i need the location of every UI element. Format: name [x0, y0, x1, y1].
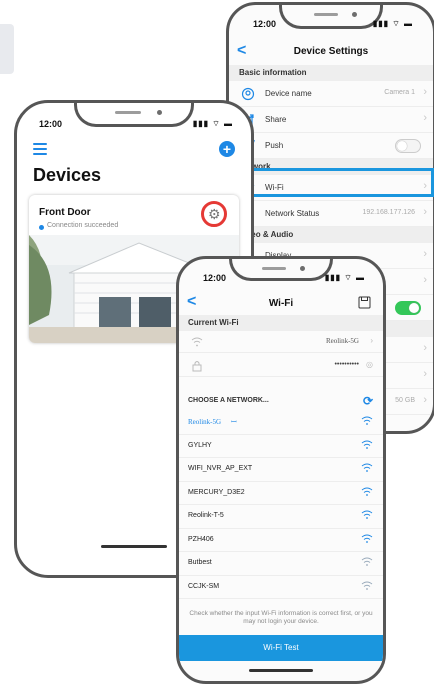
wifi-signal-icon: [361, 581, 373, 590]
wifi-title: Wi-Fi: [268, 298, 294, 309]
row-device-name[interactable]: Device name Camera 1 ›: [229, 81, 433, 107]
wifi-header: < Wi-Fi: [179, 293, 383, 315]
current-ssid-row[interactable]: Reolink-5G ›: [179, 331, 383, 353]
camera-icon: [241, 87, 255, 101]
network-name: CCJK-SM: [188, 582, 220, 590]
network-item[interactable]: PZH406: [179, 529, 383, 552]
speaker: [314, 13, 338, 16]
share-label: Share: [265, 115, 287, 124]
chevron-right-icon: ›: [423, 368, 427, 380]
add-device-button[interactable]: +: [219, 141, 235, 157]
wifi-row-highlight: [233, 168, 434, 197]
status-time: 12:00: [253, 19, 277, 29]
chevron-right-icon: ›: [370, 336, 373, 345]
network-name: GYLHY: [188, 441, 212, 449]
network-item[interactable]: WIFI_NVR_AP_EXT: [179, 458, 383, 482]
phone-notch: [74, 103, 194, 127]
status-time: 12:00: [203, 273, 227, 283]
choose-network-label: CHOOSE A NETWORK...: [188, 397, 269, 404]
password-row[interactable]: •••••••••• ◎: [179, 355, 383, 377]
status-dot: [39, 225, 44, 230]
row-network-status[interactable]: Network Status 192.168.177.126 ›: [229, 201, 433, 227]
wifi-test-button[interactable]: Wi-Fi Test: [179, 635, 383, 661]
storage-value: 50 GB: [395, 397, 415, 404]
network-item[interactable]: Reolink-T-5: [179, 505, 383, 529]
phone-notch: [229, 259, 333, 281]
selected-lock-icon: ꟷ: [231, 418, 237, 426]
chevron-right-icon: ›: [423, 206, 427, 218]
network-name: MERCURY_D3E2: [188, 488, 245, 496]
status-icons: ▮▮▮ ⌔ ▬: [372, 19, 413, 28]
phone-notch: [279, 5, 383, 29]
hidden-toggle[interactable]: [395, 301, 421, 315]
choose-network-header: CHOOSE A NETWORK... ⟳: [179, 391, 383, 411]
wifi-signal-icon: [361, 534, 373, 543]
background-panel: [0, 24, 14, 74]
row-push: Push: [229, 133, 433, 159]
status-icons: ▮▮▮ ⌔ ▬: [192, 119, 233, 128]
wifi-signal-icon: [361, 557, 373, 566]
eye-icon[interactable]: ◎: [366, 360, 373, 369]
front-camera: [352, 12, 357, 17]
wifi-signal-icon: [361, 416, 373, 425]
status-icons: ▮▮▮ ⌔ ▬: [324, 273, 365, 282]
wifi-check-note: Check whether the input Wi-Fi informatio…: [189, 610, 373, 625]
wifi-signal-icon: [361, 440, 373, 449]
front-camera: [157, 110, 162, 115]
network-status-label: Network Status: [265, 209, 320, 218]
wifi-phone: 12:00 ▮▮▮ ⌔ ▬ < Wi-Fi Current Wi-Fi Reol…: [176, 256, 386, 684]
lock-icon: [192, 361, 202, 372]
device-name-value: Camera 1: [384, 89, 415, 96]
network-name: PZH406: [188, 535, 214, 543]
password-mask: ••••••••••: [334, 361, 359, 368]
wifi-icon: [191, 337, 203, 347]
network-item[interactable]: MERCURY_D3E2: [179, 482, 383, 505]
settings-gear-highlight[interactable]: ⚙: [201, 201, 227, 227]
chevron-right-icon: ›: [423, 248, 427, 260]
network-name: Reolink-T-5: [188, 512, 224, 519]
network-item[interactable]: Reolink-5G ꟷ: [179, 411, 383, 435]
network-name: Butbest: [188, 559, 212, 566]
settings-header: < Device Settings: [229, 41, 433, 65]
menu-icon[interactable]: [33, 143, 47, 158]
status-time: 12:00: [39, 119, 63, 129]
page-title: Devices: [33, 165, 102, 185]
device-status: Connection succeeded: [47, 222, 119, 229]
device-name-label: Device name: [265, 89, 312, 98]
chevron-right-icon: ›: [423, 274, 427, 286]
wifi-signal-icon: [361, 487, 373, 496]
row-share[interactable]: Share ›: [229, 107, 433, 133]
device-name: Front Door: [39, 207, 91, 218]
push-label: Push: [265, 141, 284, 150]
save-icon[interactable]: [358, 296, 371, 309]
gear-icon: ⚙: [208, 206, 221, 222]
wifi-signal-icon: [361, 463, 373, 472]
home-indicator: [249, 669, 313, 672]
front-camera: [300, 266, 305, 271]
settings-title: Device Settings: [293, 46, 369, 57]
speaker: [262, 267, 286, 270]
speaker: [115, 111, 141, 114]
chevron-right-icon: ›: [423, 112, 427, 124]
chevron-right-icon: ›: [423, 394, 427, 406]
chevron-right-icon: ›: [423, 86, 427, 98]
wifi-signal-icon: [361, 510, 373, 519]
current-ssid: Reolink-5G: [325, 337, 359, 345]
home-indicator: [101, 545, 167, 548]
network-status-value: 192.168.177.126: [362, 209, 415, 216]
chevron-right-icon: ›: [423, 342, 427, 354]
network-name: WIFI_NVR_AP_EXT: [188, 465, 253, 472]
push-toggle[interactable]: [395, 139, 421, 153]
network-item[interactable]: GYLHY: [179, 435, 383, 458]
section-video-audio: Video & Audio: [229, 227, 433, 243]
network-item[interactable]: CCJK-SM: [179, 576, 383, 599]
current-wifi-header: Current Wi-Fi: [179, 315, 383, 331]
network-item[interactable]: Butbest: [179, 552, 383, 576]
network-name: Reolink-5G: [188, 418, 222, 426]
section-basic-information: Basic information: [229, 65, 433, 81]
refresh-icon[interactable]: ⟳: [363, 394, 373, 408]
